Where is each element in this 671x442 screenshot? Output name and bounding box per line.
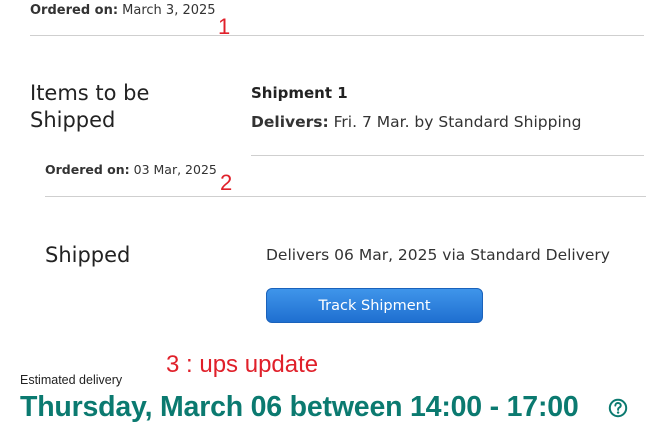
order-date-value: March 3, 2025 bbox=[122, 3, 216, 18]
order-date-2: Ordered on: 03 Mar, 2025 bbox=[45, 162, 217, 177]
items-heading-line1: Items to be bbox=[30, 81, 150, 105]
divider bbox=[30, 35, 644, 36]
delivers-text: Fri. 7 Mar. by Standard Shipping bbox=[333, 113, 582, 131]
annotation-marker-2: 2 bbox=[220, 170, 233, 195]
annotation-marker-1: 1 bbox=[218, 14, 231, 39]
items-heading-line2: Shipped bbox=[30, 108, 116, 132]
estimated-delivery-label: Estimated delivery bbox=[20, 373, 123, 387]
order-date-label: Ordered on: bbox=[45, 162, 130, 177]
delivers-info: Delivers: Fri. 7 Mar. by Standard Shippi… bbox=[251, 113, 581, 131]
order-date-label: Ordered on: bbox=[30, 3, 119, 18]
shipped-delivery-text: Delivers 06 Mar, 2025 via Standard Deliv… bbox=[266, 246, 610, 264]
estimated-delivery-value: Thursday, March 06 between 14:00 - 17:00 bbox=[20, 391, 579, 423]
delivers-label: Delivers: bbox=[251, 113, 329, 131]
shipped-heading: Shipped bbox=[45, 243, 131, 267]
divider bbox=[45, 196, 646, 197]
divider bbox=[251, 155, 644, 156]
annotation-marker-3: 3 : ups update bbox=[166, 351, 319, 378]
track-shipment-button[interactable]: Track Shipment bbox=[266, 288, 483, 323]
items-to-be-shipped-heading: Items to be Shipped bbox=[30, 80, 190, 134]
order-date-1: Ordered on: March 3, 2025 bbox=[30, 3, 216, 18]
shipment-label: Shipment 1 bbox=[251, 84, 348, 102]
order-date-value: 03 Mar, 2025 bbox=[133, 162, 217, 177]
question-circle-icon[interactable] bbox=[608, 398, 628, 418]
